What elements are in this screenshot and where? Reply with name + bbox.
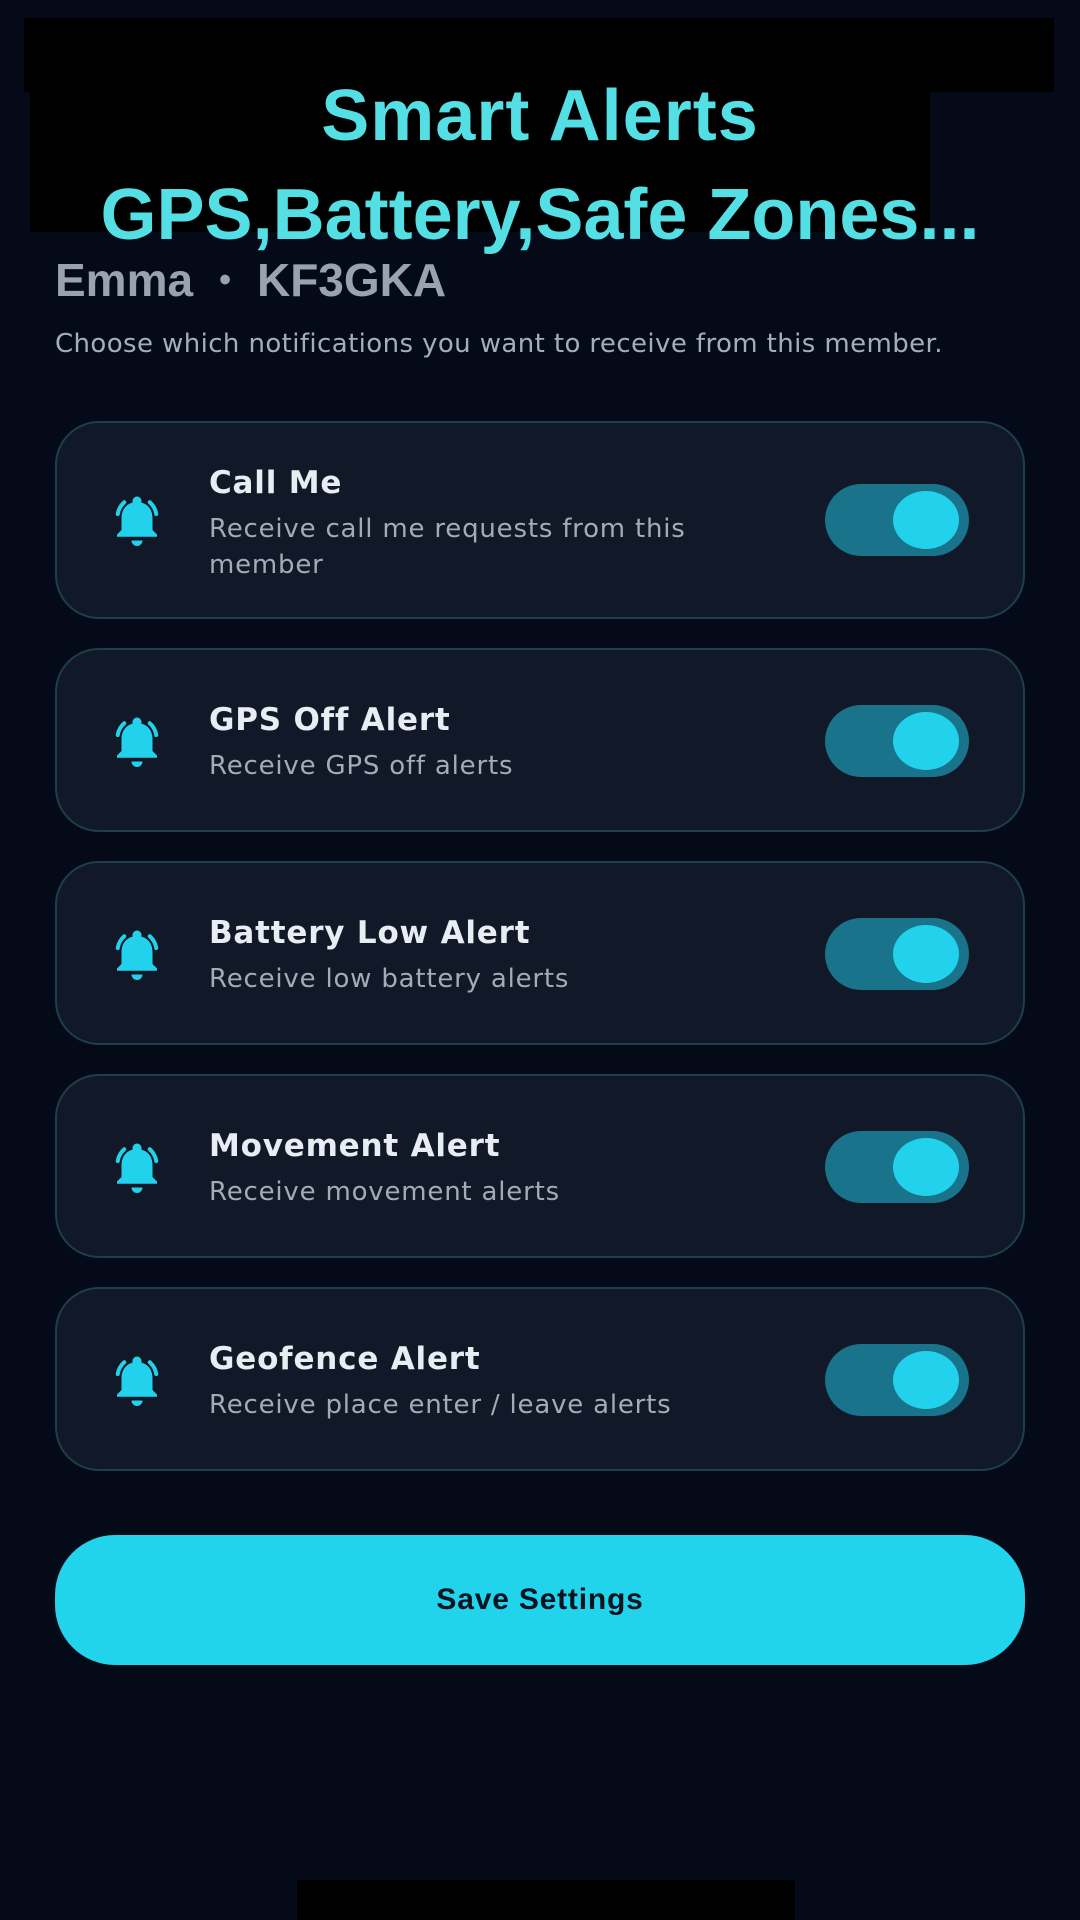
geofence-toggle[interactable] (825, 1344, 969, 1416)
setting-card-gps-off: GPS Off Alert Receive GPS off alerts (55, 648, 1025, 832)
member-header: Emma • KF3GKA (55, 252, 446, 308)
toggle-knob (893, 1351, 959, 1409)
save-settings-button[interactable]: Save Settings (55, 1535, 1025, 1665)
setting-subtitle: Receive low battery alerts (209, 964, 570, 994)
setting-subtitle: Receive place enter / leave alerts (209, 1390, 672, 1420)
setting-title: Call Me (209, 465, 343, 501)
banner-title: Smart Alerts (321, 76, 759, 156)
setting-title: Movement Alert (209, 1128, 501, 1164)
bell-ring-icon (115, 717, 159, 767)
bottom-bar (297, 1880, 795, 1920)
setting-title: Geofence Alert (209, 1341, 481, 1377)
member-code: KF3GKA (256, 254, 447, 306)
setting-card-call-me: Call Me Receive call me requests from th… (55, 421, 1025, 619)
setting-title: GPS Off Alert (209, 702, 451, 738)
movement-toggle[interactable] (825, 1131, 969, 1203)
toggle-knob (893, 712, 959, 770)
setting-card-battery-low: Battery Low Alert Receive low battery al… (55, 861, 1025, 1045)
member-separator: • (219, 261, 231, 299)
notification-settings-screen: Smart Alerts GPS,Battery,Safe Zones... E… (0, 0, 1080, 1920)
setting-subtitle: Receive GPS off alerts (209, 751, 514, 781)
toggle-knob (893, 491, 959, 549)
call-me-toggle[interactable] (825, 484, 969, 556)
setting-title: Battery Low Alert (209, 915, 531, 951)
setting-subtitle: Receive call me requests from this membe… (209, 514, 686, 580)
bell-ring-icon (115, 496, 159, 546)
battery-low-toggle[interactable] (825, 918, 969, 990)
member-name: Emma (55, 254, 194, 306)
setting-card-geofence: Geofence Alert Receive place enter / lea… (55, 1287, 1025, 1471)
banner-subtitle: GPS,Battery,Safe Zones... (100, 175, 980, 255)
toggle-knob (893, 925, 959, 983)
toggle-knob (893, 1138, 959, 1196)
gps-off-toggle[interactable] (825, 705, 969, 777)
member-description: Choose which notifications you want to r… (55, 329, 943, 359)
setting-card-movement: Movement Alert Receive movement alerts (55, 1074, 1025, 1258)
setting-subtitle: Receive movement alerts (209, 1177, 560, 1207)
bell-ring-icon (115, 1356, 159, 1406)
bell-ring-icon (115, 930, 159, 980)
bell-ring-icon (115, 1143, 159, 1193)
